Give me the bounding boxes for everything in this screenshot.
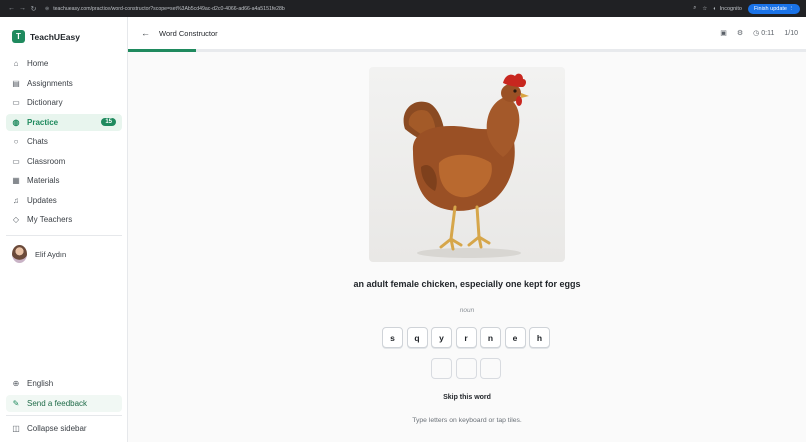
sidebar-item-label: Classroom: [27, 156, 66, 166]
sidebar-item-my-teachers[interactable]: ◇ My Teachers: [6, 211, 122, 228]
main-content: ← Word Constructor ▣ ⚙ ◷ 0:11 1/10 an ad…: [128, 17, 806, 442]
incognito-indicator[interactable]: ◐ Incognito: [713, 6, 742, 12]
language-label: English: [27, 379, 54, 388]
sidebar-item-label: Materials: [27, 176, 60, 185]
image-toggle-icon[interactable]: ▣: [720, 29, 727, 37]
sidebar-item-dictionary[interactable]: ▭ Dictionary: [6, 94, 122, 111]
sidebar-divider: [6, 235, 122, 236]
send-feedback-button[interactable]: ✎ Send a feedback: [6, 395, 122, 412]
collapse-icon: ◫: [12, 424, 20, 433]
sidebar-item-label: My Teachers: [27, 215, 73, 224]
app-logo[interactable]: T TeachUEasy: [12, 30, 80, 43]
chat-icon: ○: [13, 137, 19, 146]
sidebar-item-label: Chats: [27, 137, 48, 146]
sidebar-item-materials[interactable]: ▦ Materials: [6, 172, 122, 189]
sidebar-item-practice[interactable]: ◍ Practice 15: [6, 113, 122, 131]
letter-tile[interactable]: e: [504, 327, 526, 348]
feedback-label: Send a feedback: [27, 399, 88, 408]
home-icon: ⌂: [13, 59, 19, 68]
letter-tile[interactable]: n: [480, 327, 501, 348]
address-bar[interactable]: ⊜ teachueasy.com/practice/word-construct…: [45, 6, 693, 12]
bookmark-star-icon[interactable]: ☆: [702, 6, 707, 12]
sidebar-item-assignments[interactable]: ▤ Assignments: [6, 75, 122, 92]
avatar: [12, 245, 27, 263]
url-text: teachueasy.com/practice/word-constructor…: [53, 5, 285, 12]
forward-arrow-icon[interactable]: →: [17, 5, 28, 12]
feedback-icon: ✎: [12, 399, 20, 408]
zoom-icon[interactable]: ⌕: [693, 5, 696, 12]
practice-count-badge: 15: [101, 118, 116, 126]
letter-tile[interactable]: y: [431, 327, 452, 348]
incognito-label: Incognito: [719, 5, 742, 12]
answer-slot[interactable]: [455, 358, 477, 379]
teachers-icon: ◇: [12, 215, 20, 224]
browser-toolbar: ← → ↻ ⊜ teachueasy.com/practice/word-con…: [0, 0, 806, 17]
bell-icon: ♫: [13, 195, 19, 205]
sidebar-item-home[interactable]: ⌂ Home: [6, 55, 122, 72]
exercise-header: ← Word Constructor ▣ ⚙ ◷ 0:11 1/10: [128, 17, 806, 49]
timer: ◷ 0:11: [753, 29, 775, 38]
answer-slots: [431, 358, 501, 379]
timer-value: 0:11: [761, 29, 775, 37]
incognito-icon: ◐: [713, 5, 717, 12]
hen-illustration: [403, 73, 529, 258]
back-button[interactable]: ←: [141, 28, 151, 38]
finish-update-label: Finish update: [753, 5, 787, 12]
input-hint: Type letters on keyboard or tap tiles.: [412, 417, 522, 424]
sidebar-item-classroom[interactable]: ▭ Classroom: [6, 153, 122, 170]
sidebar-item-chats[interactable]: ○ Chats: [6, 133, 122, 150]
progress-bar: [128, 49, 806, 52]
sidebar-item-label: Home: [27, 59, 49, 68]
answer-slot[interactable]: [480, 358, 501, 379]
letter-tiles: s q y r n e h: [382, 327, 550, 348]
logo-mark: T: [12, 30, 25, 43]
app-name: TeachUEasy: [30, 31, 80, 42]
sidebar-item-label: Updates: [27, 195, 57, 205]
page-title: Word Constructor: [159, 28, 218, 38]
sidebar: T TeachUEasy ⌂ Home ▤ Assignments ▭ Dict…: [0, 17, 128, 442]
sidebar-nav: ⌂ Home ▤ Assignments ▭ Dictionary ◍ Prac…: [6, 55, 122, 231]
word-definition: an adult female chicken, especially one …: [353, 279, 581, 289]
back-arrow-icon[interactable]: ←: [6, 5, 17, 12]
sidebar-item-label: Practice: [27, 117, 59, 127]
letter-tile[interactable]: q: [406, 327, 428, 348]
globe-icon: ⊕: [12, 379, 20, 388]
reload-icon[interactable]: ↻: [28, 5, 39, 13]
book-icon: ▭: [12, 98, 20, 107]
word-image: [369, 67, 565, 262]
user-name: Elif Aydın: [35, 249, 67, 259]
letter-tile[interactable]: h: [529, 327, 550, 348]
materials-icon: ▦: [12, 176, 20, 185]
sidebar-item-label: Dictionary: [27, 98, 63, 107]
skip-word-button[interactable]: Skip this word: [317, 394, 617, 401]
letter-tile[interactable]: s: [382, 327, 403, 348]
collapse-sidebar-button[interactable]: ◫ Collapse sidebar: [6, 420, 122, 437]
question-counter: 1/10: [784, 29, 798, 37]
user-profile[interactable]: Elif Aydın: [12, 245, 66, 263]
language-selector[interactable]: ⊕ English: [6, 375, 122, 392]
finish-update-button[interactable]: Finish update ⋮: [747, 3, 800, 14]
sidebar-divider: [6, 415, 122, 416]
clipboard-icon: ▤: [12, 78, 20, 88]
sidebar-item-label: Assignments: [27, 78, 73, 88]
classroom-icon: ▭: [12, 156, 20, 166]
answer-slot[interactable]: [431, 358, 452, 379]
sidebar-item-updates[interactable]: ♫ Updates: [6, 192, 122, 209]
site-info-icon[interactable]: ⊜: [45, 6, 49, 12]
gear-icon[interactable]: ⚙: [737, 29, 743, 37]
collapse-label: Collapse sidebar: [27, 424, 87, 433]
letter-tile[interactable]: r: [455, 327, 477, 348]
clock-icon: ◷: [753, 30, 760, 37]
practice-icon: ◍: [12, 117, 20, 127]
part-of-speech: noun: [459, 307, 475, 314]
progress-fill: [128, 49, 196, 52]
